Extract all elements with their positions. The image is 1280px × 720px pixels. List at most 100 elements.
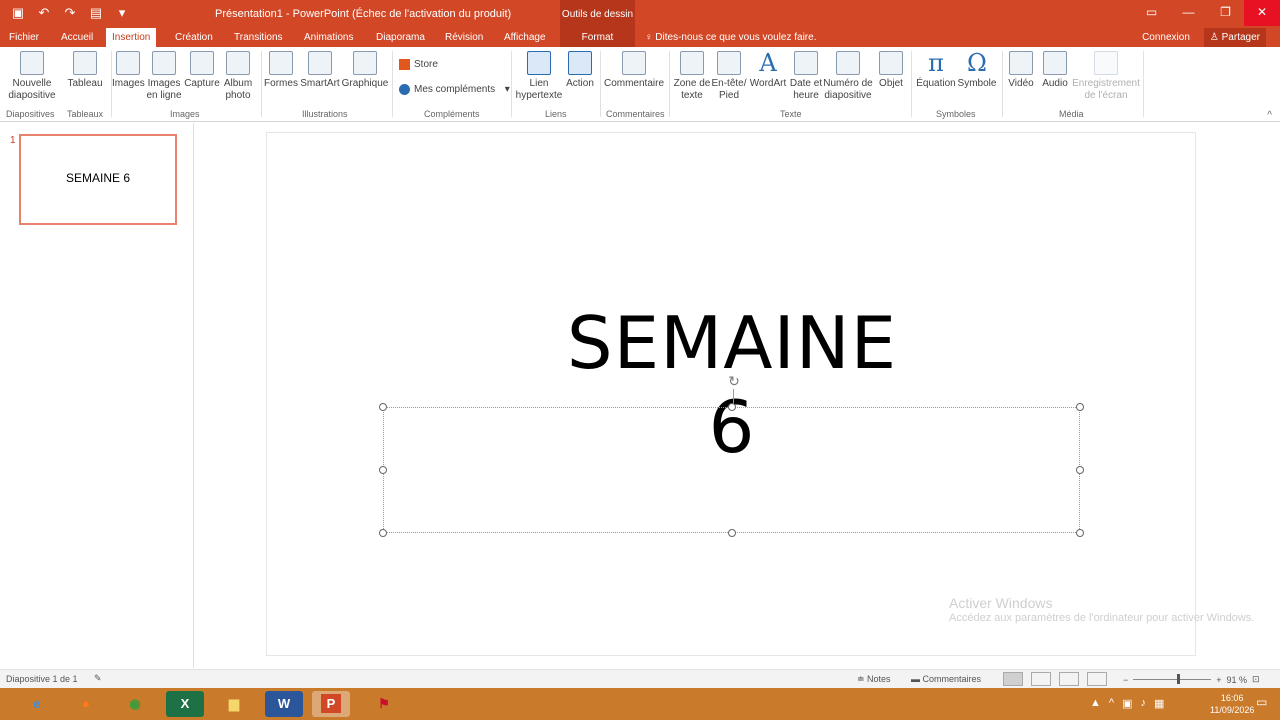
symbol-button[interactable]: Ω Symbole: [956, 51, 998, 90]
save-icon[interactable]: ▣: [8, 4, 28, 22]
photo-album-button[interactable]: Album photo: [220, 51, 256, 102]
my-addins-button[interactable]: Mes compléments ▾: [399, 84, 510, 95]
smartart-button[interactable]: SmartArt: [299, 51, 341, 90]
chart-button[interactable]: Graphique: [341, 51, 389, 90]
screenshot-button[interactable]: Capture: [184, 51, 220, 90]
resize-handle[interactable]: [728, 403, 736, 411]
calendar-icon: [794, 51, 818, 75]
customize-qat-icon[interactable]: ▾: [112, 4, 132, 22]
smartart-icon: [308, 51, 332, 75]
reading-view-icon[interactable]: [1059, 672, 1079, 686]
ribbon-display-options-icon[interactable]: ▭: [1133, 0, 1170, 26]
comment-icon: [622, 51, 646, 75]
undo-icon[interactable]: ↶: [34, 4, 54, 22]
resize-handle[interactable]: [728, 529, 736, 537]
slide-number-label: Numéro de diapositive: [823, 78, 873, 101]
tab-fichier[interactable]: Fichier: [3, 28, 45, 47]
screen-recording-button[interactable]: Enregistrement de l'écran: [1071, 51, 1141, 102]
resize-handle[interactable]: [1076, 403, 1084, 411]
tab-accueil[interactable]: Accueil: [55, 28, 99, 47]
chrome-icon[interactable]: ◉: [116, 691, 154, 717]
collapse-ribbon-icon[interactable]: ^: [1267, 110, 1272, 121]
table-button[interactable]: Tableau: [66, 51, 104, 90]
separator: [600, 51, 601, 117]
header-footer-button[interactable]: En-tête/ Pied: [710, 51, 748, 102]
firefox-icon[interactable]: ●: [67, 691, 105, 717]
object-button[interactable]: Objet: [876, 51, 906, 90]
maximize-icon[interactable]: ❐: [1207, 0, 1244, 26]
equation-button[interactable]: π Équation: [914, 51, 958, 90]
normal-view-icon[interactable]: [1003, 672, 1023, 686]
zoom-slider[interactable]: [1133, 674, 1212, 684]
new-slide-button[interactable]: Nouvelle diapositive: [4, 51, 60, 102]
action-button[interactable]: Action: [564, 51, 596, 90]
online-images-button[interactable]: Images en ligne: [146, 51, 182, 102]
window-title: Présentation1 - PowerPoint (Échec de l'a…: [215, 8, 512, 20]
acrobat-icon[interactable]: ⚑: [365, 691, 403, 717]
zoom-in-icon[interactable]: +: [1216, 675, 1221, 685]
minimize-icon[interactable]: —: [1170, 0, 1207, 26]
tab-revision[interactable]: Révision: [439, 28, 489, 47]
store-button[interactable]: Store: [399, 59, 438, 70]
volume-icon[interactable]: ♪: [1140, 697, 1146, 710]
slide-thumbnail[interactable]: SEMAINE 6: [19, 134, 177, 225]
tell-me-box[interactable]: ♀ Dites-nous ce que vous voulez faire.: [645, 28, 816, 47]
notifications-icon[interactable]: ▭: [1256, 695, 1267, 709]
resize-handle[interactable]: [379, 403, 387, 411]
slide-canvas[interactable]: SEMAINE 6 ↻: [266, 132, 1196, 656]
security-icon[interactable]: ▣: [1122, 697, 1132, 710]
tab-affichage[interactable]: Affichage: [498, 28, 552, 47]
tab-diaporama[interactable]: Diaporama: [370, 28, 431, 47]
resize-handle[interactable]: [1076, 466, 1084, 474]
signin-link[interactable]: Connexion: [1142, 28, 1190, 47]
show-hidden-icon[interactable]: ^: [1109, 697, 1114, 710]
textbox-button[interactable]: Zone de texte: [672, 51, 712, 102]
tab-insertion[interactable]: Insertion: [106, 28, 157, 47]
subtitle-placeholder[interactable]: [383, 407, 1080, 533]
resize-handle[interactable]: [379, 466, 387, 474]
word-icon[interactable]: W: [265, 691, 303, 717]
notes-label: Notes: [867, 674, 891, 684]
zoom-level[interactable]: 91 %: [1227, 675, 1248, 685]
resize-handle[interactable]: [379, 529, 387, 537]
date-time-button[interactable]: Date et heure: [788, 51, 824, 102]
tab-format[interactable]: Format: [560, 28, 635, 47]
slideshow-icon[interactable]: [1087, 672, 1107, 686]
hyperlink-button[interactable]: Lien hypertexte: [514, 51, 564, 102]
redo-icon[interactable]: ↷: [60, 4, 80, 22]
clock[interactable]: 16:06 11/09/2026: [1210, 692, 1254, 716]
file-explorer-icon[interactable]: ▆: [215, 691, 253, 717]
separator: [1143, 51, 1144, 117]
tab-animations[interactable]: Animations: [298, 28, 359, 47]
video-button[interactable]: Vidéo: [1005, 51, 1037, 90]
warning-icon[interactable]: ▲: [1090, 697, 1101, 710]
fit-slide-icon[interactable]: ⊡: [1252, 674, 1260, 685]
resize-handle[interactable]: [1076, 529, 1084, 537]
slide-number-button[interactable]: Numéro de diapositive: [822, 51, 874, 102]
comments-button[interactable]: ▬ Commentaires: [911, 674, 981, 684]
zoom-out-icon[interactable]: −: [1123, 675, 1128, 685]
excel-icon[interactable]: X: [166, 691, 204, 717]
close-icon[interactable]: ✕: [1244, 0, 1280, 26]
network-icon[interactable]: ▦: [1154, 697, 1164, 710]
slide-number-icon: [836, 51, 860, 75]
tab-transitions[interactable]: Transitions: [228, 28, 289, 47]
photo-album-label: Album photo: [223, 78, 253, 101]
shapes-button[interactable]: Formes: [263, 51, 299, 90]
separator: [261, 51, 262, 117]
slide-sorter-icon[interactable]: [1031, 672, 1051, 686]
wordart-button[interactable]: A WordArt: [748, 51, 788, 90]
spellcheck-icon[interactable]: ✎: [94, 673, 102, 684]
share-button[interactable]: ♙ Partager: [1203, 28, 1266, 47]
separator: [911, 51, 912, 117]
internet-explorer-icon[interactable]: e: [18, 691, 56, 717]
start-from-beginning-icon[interactable]: ▤: [86, 4, 106, 22]
powerpoint-icon[interactable]: P: [312, 691, 350, 717]
notes-button[interactable]: ≐ Notes: [857, 674, 891, 685]
tab-creation[interactable]: Création: [169, 28, 219, 47]
audio-button[interactable]: Audio: [1039, 51, 1071, 90]
rotate-handle-icon[interactable]: ↻: [726, 373, 742, 389]
comment-button[interactable]: Commentaire: [602, 51, 666, 90]
zoom-thumb[interactable]: [1177, 674, 1181, 684]
images-button[interactable]: Images: [112, 51, 145, 90]
